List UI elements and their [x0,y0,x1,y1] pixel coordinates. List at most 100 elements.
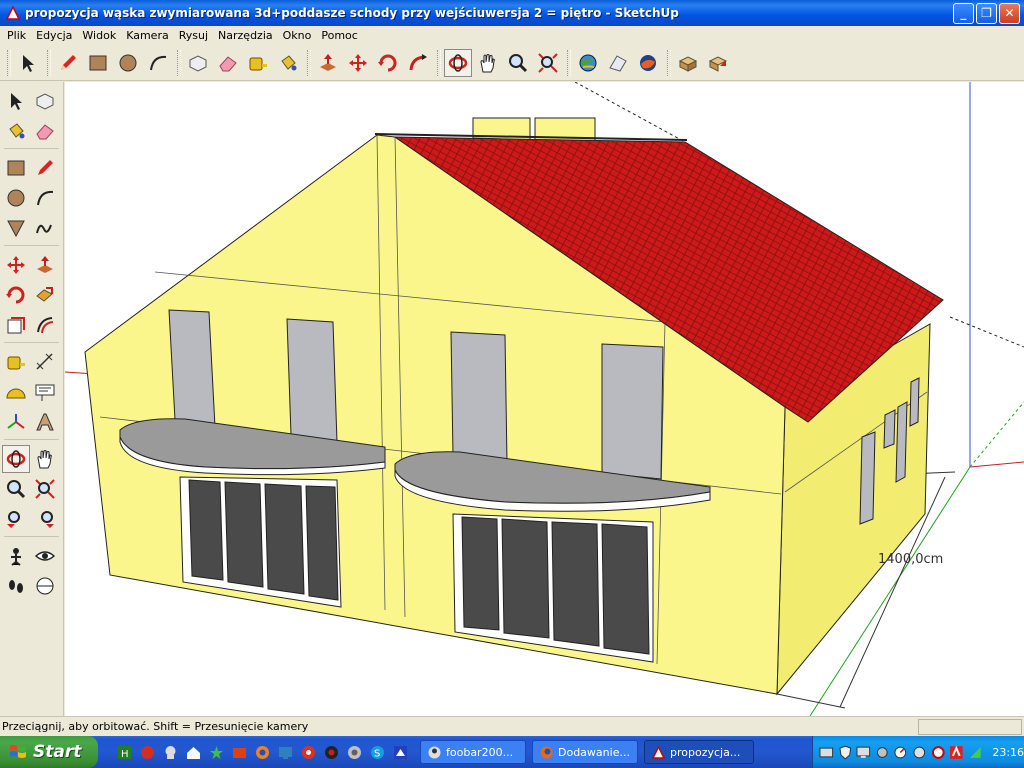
quicklaunch-item[interactable] [183,742,203,762]
toolbar-grip[interactable] [7,49,11,76]
left-previous-view-button[interactable] [2,505,30,533]
left-move-button[interactable] [2,251,30,279]
left-position-camera-button[interactable] [2,542,30,570]
quicklaunch-item[interactable] [252,742,272,762]
quicklaunch-item[interactable] [137,742,157,762]
left-polygon-button[interactable] [2,214,30,242]
no-entry-icon[interactable] [931,745,946,760]
push-pull-button[interactable] [314,49,342,77]
toolbar-grip[interactable] [567,49,571,76]
toolbar-grip[interactable] [177,49,181,76]
left-dimension-button[interactable] [31,348,59,376]
get-models-button[interactable] [574,49,602,77]
select-tool-button[interactable] [14,49,42,77]
left-offset-button[interactable] [31,311,59,339]
toolbar-grip[interactable] [437,49,441,76]
toolbar-grip[interactable] [667,49,671,76]
circle-tool-button[interactable] [114,49,142,77]
taskbar-item-foobar[interactable]: foobar200... [420,740,526,764]
menu-edycja[interactable]: Edycja [31,29,77,42]
toolbar-grip[interactable] [47,49,51,76]
settings-icon[interactable] [875,745,890,760]
modeling-viewport[interactable]: 1400,0cm [65,82,1024,716]
left-scale-button[interactable] [2,311,30,339]
left-walk-button[interactable] [2,572,30,600]
warehouse-button[interactable] [704,49,732,77]
left-select-button[interactable] [2,87,30,115]
menu-widok[interactable]: Widok [77,29,121,42]
antivirus-icon[interactable] [949,745,964,760]
left-paint-bucket-button[interactable] [2,117,30,145]
monitor-icon[interactable] [856,745,871,760]
toolbar-grip[interactable] [307,49,311,76]
pencil-tool-button[interactable] [54,49,82,77]
left-rectangle-button[interactable] [2,154,30,182]
taskbar-item-firefox[interactable]: Dodawanie... [532,740,638,764]
quicklaunch-item[interactable] [160,742,180,762]
menu-pomoc[interactable]: Pomoc [316,29,362,42]
quicklaunch-item[interactable] [344,742,364,762]
left-pan-button[interactable] [31,445,59,473]
left-orbit-button[interactable] [2,445,30,473]
gauge-icon[interactable] [893,745,908,760]
zoom-tool-button[interactable] [504,49,532,77]
menu-rysuj[interactable]: Rysuj [174,29,213,42]
orbit-tool-button[interactable] [444,48,472,77]
measurements-box[interactable] [918,718,1022,735]
follow-me-button[interactable] [404,49,432,77]
close-button[interactable]: ✕ [999,2,1020,24]
left-3d-text-button[interactable] [31,408,59,436]
make-component-button[interactable] [184,49,212,77]
left-zoom-window-button[interactable] [31,475,59,503]
google-earth-button[interactable] [634,49,662,77]
eraser-tool-button[interactable] [214,49,242,77]
menu-narzedzia[interactable]: Narzędzia [213,29,278,42]
quicklaunch-item[interactable] [390,742,410,762]
left-eraser-button[interactable] [31,117,59,145]
pan-tool-button[interactable] [474,49,502,77]
left-line-button[interactable] [31,154,59,182]
rectangle-tool-button[interactable] [84,49,112,77]
paint-bucket-button[interactable] [274,49,302,77]
quicklaunch-item[interactable] [321,742,341,762]
left-section-plane-button[interactable] [31,572,59,600]
taskbar-item-sketchup[interactable]: propozycja... [644,740,754,764]
component-button[interactable] [674,49,702,77]
left-protractor-button[interactable] [2,378,30,406]
left-next-view-button[interactable] [31,505,59,533]
menu-okno[interactable]: Okno [278,29,317,42]
move-tool-button[interactable] [344,49,372,77]
left-text-button[interactable] [31,378,59,406]
chat-icon[interactable] [912,745,927,760]
left-circle-button[interactable] [2,184,30,212]
menu-kamera[interactable]: Kamera [121,29,174,42]
left-freehand-button[interactable] [31,214,59,242]
left-zoom-button[interactable] [2,475,30,503]
quicklaunch-item[interactable] [298,742,318,762]
network-icon[interactable] [819,745,834,760]
shield-icon[interactable] [838,745,853,760]
quicklaunch-item[interactable] [229,742,249,762]
left-tape-measure-button[interactable] [2,348,30,376]
zoom-extents-button[interactable] [534,49,562,77]
left-look-around-button[interactable] [31,542,59,570]
left-follow-me-button[interactable] [31,281,59,309]
quicklaunch-item[interactable]: S [367,742,387,762]
menu-plik[interactable]: Plik [2,29,31,42]
left-arc-button[interactable] [31,184,59,212]
signal-icon[interactable] [968,745,983,760]
rotate-tool-button[interactable] [374,49,402,77]
start-button[interactable]: Start [0,736,98,768]
quicklaunch-item[interactable]: H [114,742,134,762]
left-push-pull-button[interactable] [31,251,59,279]
share-model-button[interactable] [604,49,632,77]
quicklaunch-item[interactable] [206,742,226,762]
tape-measure-button[interactable] [244,49,272,77]
house-model-drawing[interactable] [65,82,1024,716]
arc-tool-button[interactable] [144,49,172,77]
left-axes-button[interactable] [2,408,30,436]
minimize-button[interactable]: _ [953,2,974,24]
quicklaunch-item[interactable] [275,742,295,762]
left-make-component-button[interactable] [31,87,59,115]
left-rotate-button[interactable] [2,281,30,309]
